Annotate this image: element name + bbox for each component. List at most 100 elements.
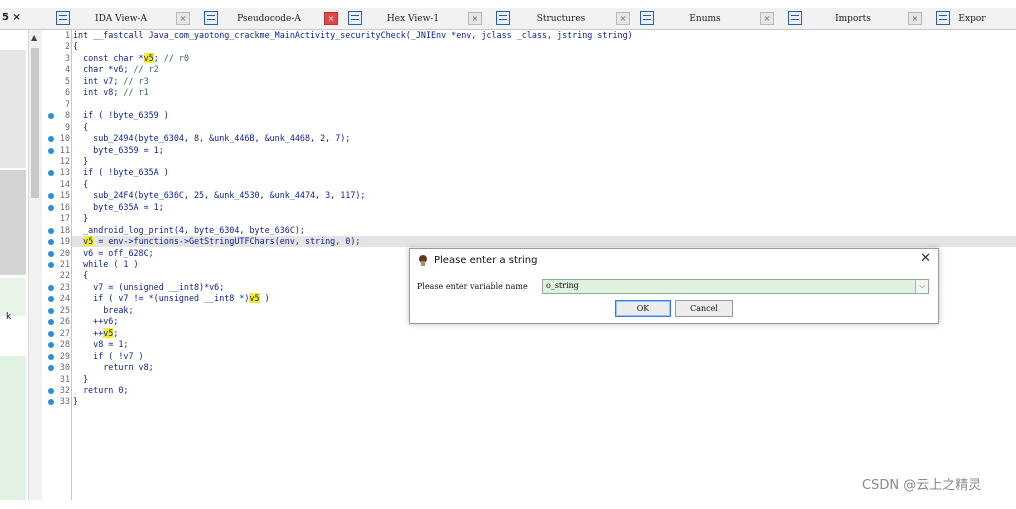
left-panel-strip bbox=[0, 170, 26, 275]
line-number: 12 bbox=[59, 155, 70, 166]
line-number: 30 bbox=[59, 362, 70, 373]
code-line[interactable]: { bbox=[73, 270, 88, 281]
code-line[interactable]: v7 = (unsigned __int8)*v6; bbox=[73, 282, 224, 293]
variable-name-combobox[interactable]: o_string ⌵ bbox=[542, 279, 929, 294]
tab-label: Pseudocode-A bbox=[237, 14, 301, 24]
code-line[interactable]: sub_24F4(byte_636C, 25, &unk_4530, &unk_… bbox=[73, 190, 365, 201]
cancel-button[interactable]: Cancel bbox=[675, 300, 733, 317]
code-line[interactable]: byte_6359 = 1; bbox=[73, 145, 164, 156]
line-number: 13 bbox=[59, 167, 70, 178]
left-panel-strip bbox=[0, 356, 26, 500]
view-icon bbox=[348, 11, 362, 25]
tab-pseudocode-a[interactable]: Pseudocode-A × bbox=[196, 8, 342, 29]
code-line[interactable]: return v8; bbox=[73, 362, 153, 373]
close-tab-icon[interactable]: × bbox=[760, 12, 774, 25]
code-line[interactable]: { bbox=[73, 122, 88, 133]
line-number: 4 bbox=[64, 64, 70, 75]
line-number: 33 bbox=[59, 396, 70, 407]
code-line[interactable]: if ( !byte_6359 ) bbox=[73, 110, 169, 121]
line-number: 9 bbox=[64, 121, 70, 132]
tab-label: Enums bbox=[689, 14, 721, 24]
code-line[interactable]: { bbox=[73, 179, 88, 190]
tab-imports[interactable]: Imports × bbox=[780, 8, 926, 29]
code-line[interactable]: ++v6; bbox=[73, 316, 118, 327]
code-line[interactable]: const char *v5; // r0 bbox=[73, 52, 189, 64]
line-number: 3 bbox=[64, 52, 70, 63]
code-line[interactable]: int __fastcall Java_com_yaotong_crackme_… bbox=[73, 30, 633, 41]
line-number: 15 bbox=[59, 190, 70, 201]
line-number: 18 bbox=[59, 224, 70, 235]
code-line[interactable]: if ( !v7 ) bbox=[73, 351, 143, 362]
left-panel-strip bbox=[0, 316, 26, 356]
code-line[interactable]: byte_635A = 1; bbox=[73, 202, 164, 213]
left-panel-text: k bbox=[6, 312, 12, 322]
code-line[interactable]: if ( !byte_635A ) bbox=[73, 167, 169, 178]
tab-label: Structures bbox=[536, 14, 586, 24]
code-line[interactable]: } bbox=[73, 374, 88, 385]
left-pane-close[interactable]: 5 × bbox=[2, 12, 40, 26]
code-line[interactable]: v5 = env->functions->GetStringUTFChars(e… bbox=[73, 236, 360, 247]
tab-expor[interactable]: Expor bbox=[928, 8, 1016, 29]
scroll-up-icon[interactable]: ▲ bbox=[31, 33, 37, 42]
line-number: 17 bbox=[59, 213, 70, 224]
scrollbar-thumb[interactable] bbox=[31, 48, 39, 198]
view-icon bbox=[496, 11, 510, 25]
dialog-title: Please enter a string bbox=[434, 255, 538, 266]
line-number: 23 bbox=[59, 281, 70, 292]
line-number: 31 bbox=[59, 373, 70, 384]
ida-logo-icon bbox=[419, 255, 427, 266]
view-icon bbox=[788, 11, 802, 25]
chevron-down-icon[interactable]: ⌵ bbox=[915, 280, 928, 293]
tab-label: IDA View-A bbox=[95, 14, 147, 24]
code-line[interactable]: v8 = 1; bbox=[73, 339, 128, 350]
close-tab-icon[interactable]: × bbox=[908, 12, 922, 25]
close-tab-icon[interactable]: × bbox=[176, 12, 190, 25]
tab-label: Hex View-1 bbox=[386, 14, 440, 24]
tab-label: Imports bbox=[835, 14, 871, 24]
code-line[interactable]: while ( 1 ) bbox=[73, 259, 138, 270]
code-line[interactable]: } bbox=[73, 213, 88, 224]
line-number: 28 bbox=[59, 339, 70, 350]
code-line[interactable]: _android_log_print(4, byte_6304, byte_63… bbox=[73, 225, 305, 236]
left-panel-strip bbox=[0, 50, 26, 168]
line-number: 6 bbox=[64, 87, 70, 98]
close-tab-icon[interactable]: × bbox=[616, 12, 630, 25]
tab-hex-view-1[interactable]: Hex View-1 × bbox=[340, 8, 486, 29]
code-line[interactable]: if ( v7 != *(unsigned __int8 *)v5 ) bbox=[73, 293, 270, 304]
close-tab-icon[interactable]: × bbox=[468, 12, 482, 25]
line-number: 5 bbox=[64, 75, 70, 86]
vertical-scrollbar[interactable]: ▲ bbox=[28, 30, 42, 500]
code-line[interactable]: char *v6; // r2 bbox=[73, 64, 159, 75]
enter-string-dialog: Please enter a string ✕ Please enter var… bbox=[409, 248, 939, 324]
line-number: 8 bbox=[64, 110, 70, 121]
variable-name-value[interactable]: o_string bbox=[546, 281, 579, 290]
close-tab-icon[interactable]: × bbox=[324, 12, 338, 25]
code-line[interactable]: return 0; bbox=[73, 385, 128, 396]
line-number: 20 bbox=[59, 247, 70, 258]
tab-enums[interactable]: Enums × bbox=[632, 8, 778, 29]
code-line[interactable]: break; bbox=[73, 305, 133, 316]
line-number: 26 bbox=[59, 316, 70, 327]
code-line[interactable]: ++v5; bbox=[73, 327, 118, 339]
view-icon bbox=[204, 11, 218, 25]
line-number: 14 bbox=[59, 178, 70, 189]
code-line[interactable]: sub_2494(byte_6304, 8, &unk_446B, &unk_4… bbox=[73, 133, 350, 144]
ok-button[interactable]: OK bbox=[615, 300, 671, 317]
tab-ida-view-a[interactable]: IDA View-A × bbox=[48, 8, 194, 29]
tab-structures[interactable]: Structures × bbox=[488, 8, 634, 29]
tab-bar: 5 × IDA View-A × Pseudocode-A × Hex View-1 × S… bbox=[0, 8, 1016, 30]
code-line[interactable]: } bbox=[73, 156, 88, 167]
line-number: 32 bbox=[59, 384, 70, 395]
line-number: 10 bbox=[59, 133, 70, 144]
code-line[interactable]: int v7; // r3 bbox=[73, 76, 149, 87]
view-icon bbox=[56, 11, 70, 25]
code-line[interactable]: v6 = off_628C; bbox=[73, 248, 154, 259]
code-line[interactable]: int v8; // r1 bbox=[73, 87, 149, 98]
left-panel-strip bbox=[0, 278, 26, 316]
line-number: 1 bbox=[64, 30, 70, 40]
code-line[interactable]: } bbox=[73, 396, 78, 407]
close-icon[interactable]: ✕ bbox=[920, 251, 931, 266]
code-line[interactable]: { bbox=[73, 41, 78, 52]
line-number: 19 bbox=[59, 236, 70, 247]
line-number: 24 bbox=[59, 293, 70, 304]
